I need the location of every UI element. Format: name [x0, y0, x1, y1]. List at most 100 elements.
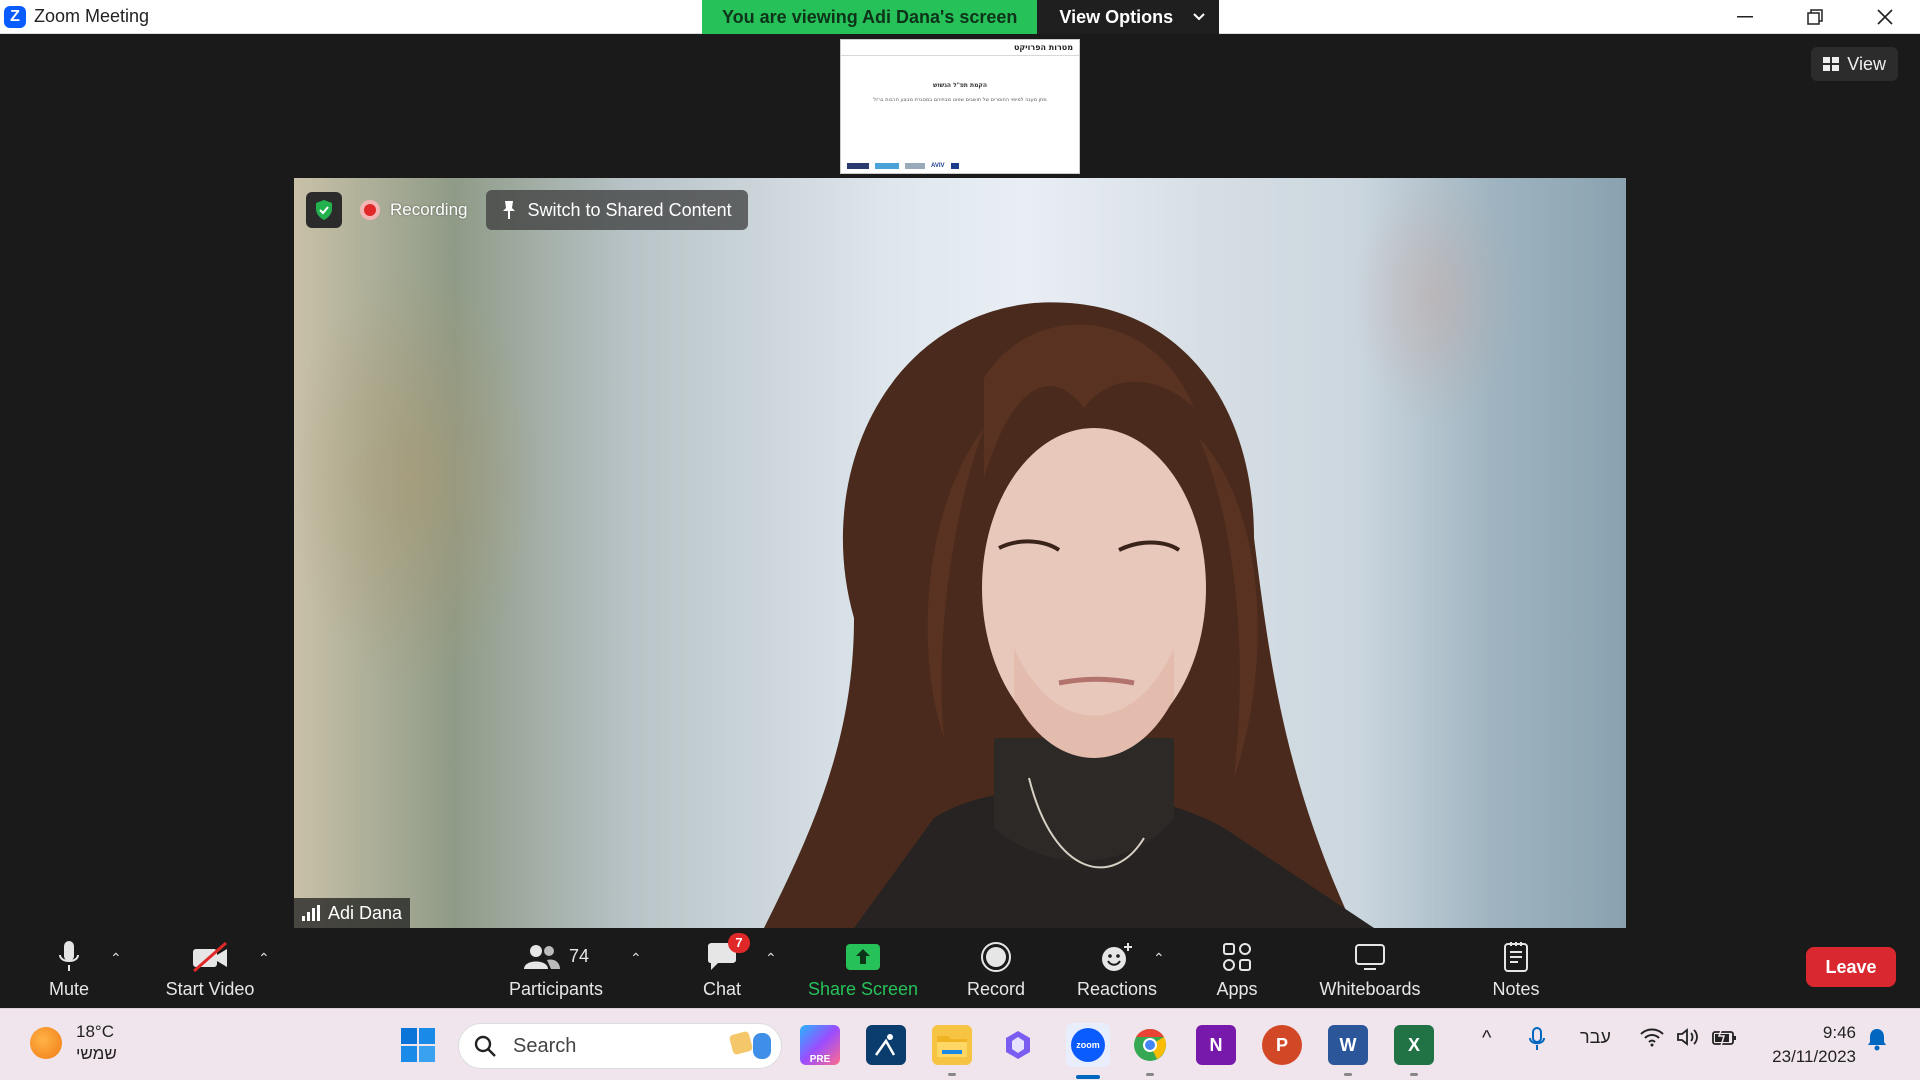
- recording-dot-icon: [360, 200, 380, 220]
- recording-indicator[interactable]: Recording: [352, 200, 476, 220]
- wifi-icon[interactable]: [1640, 1027, 1664, 1052]
- participants-caret-icon[interactable]: ⌃: [630, 950, 642, 967]
- view-options-button[interactable]: View Options: [1037, 0, 1220, 34]
- notes-label: Notes: [1492, 978, 1540, 999]
- encryption-shield-icon[interactable]: [306, 192, 342, 228]
- zoom-taskbar-text: zoom: [1071, 1028, 1105, 1062]
- chat-button[interactable]: 7 Chat: [697, 928, 750, 1008]
- reactions-button[interactable]: Reactions: [1074, 928, 1160, 1008]
- viewing-screen-text: You are viewing Adi Dana's screen: [702, 0, 1038, 34]
- weather-description: שמשי: [76, 1044, 117, 1063]
- apps-button[interactable]: Apps: [1212, 928, 1262, 1008]
- share-banner: You are viewing Adi Dana's screen View O…: [702, 0, 1220, 34]
- powerpoint-icon[interactable]: P: [1262, 1025, 1302, 1065]
- chat-icon-wrap: 7: [706, 932, 750, 977]
- minimize-icon: [1737, 16, 1753, 18]
- temperature: 18°C: [76, 1022, 114, 1041]
- pin-icon: [502, 201, 515, 219]
- chat-label: Chat: [702, 978, 742, 999]
- copilot-icon[interactable]: [998, 1025, 1038, 1065]
- recording-label: Recording: [390, 200, 468, 219]
- microphone-icon: [57, 937, 81, 977]
- aviv-logo-text: AVIV: [931, 163, 945, 169]
- view-button[interactable]: View: [1811, 47, 1898, 81]
- sun-icon: [30, 1027, 62, 1059]
- taskbar-search-box[interactable]: Search: [458, 1023, 782, 1069]
- record-label: Record: [966, 978, 1026, 999]
- close-button[interactable]: [1850, 0, 1920, 34]
- start-video-button[interactable]: Start Video: [160, 928, 260, 1008]
- zoom-active-indicator: [1076, 1075, 1100, 1079]
- windows-start-icon[interactable]: [398, 1025, 438, 1065]
- weather-widget[interactable]: 18°C שמשי: [30, 1021, 117, 1065]
- grid-view-icon: [1823, 57, 1840, 71]
- file-explorer-icon[interactable]: [932, 1025, 972, 1065]
- signal-strength-icon: [302, 905, 320, 921]
- windows-taskbar: 18°C שמשי Search PRE zoom N P W X ^ עבר …: [0, 1008, 1920, 1080]
- apps-icon: [1223, 942, 1251, 971]
- excel-icon[interactable]: X: [1394, 1025, 1434, 1065]
- minimize-button[interactable]: [1710, 0, 1780, 34]
- participant-video-image: [764, 302, 1374, 928]
- clock-date: 23/11/2023: [1772, 1047, 1856, 1066]
- copilot-preview-icon[interactable]: PRE: [800, 1025, 840, 1065]
- participant-name-tag: Adi Dana: [294, 898, 411, 928]
- thumbnail-logos: AVIV: [847, 163, 959, 169]
- restore-button[interactable]: [1780, 0, 1850, 34]
- language-indicator[interactable]: עבר: [1580, 1027, 1611, 1048]
- share-screen-button[interactable]: Share Screen: [805, 928, 921, 1008]
- chevron-down-icon: [1193, 13, 1205, 21]
- notes-icon-wrap: [1503, 937, 1529, 977]
- participant-video[interactable]: Recording Switch to Shared Content Adi D…: [294, 178, 1626, 928]
- excel-running-indicator: [1410, 1073, 1418, 1076]
- thumbnail-heading: מטרות הפרויקט: [841, 40, 1079, 56]
- shared-screen-thumbnail[interactable]: מטרות הפרויקט הקמת תפ"ל הגשוש מתן מענה ל…: [840, 39, 1080, 174]
- search-icon: [474, 1035, 496, 1057]
- battery-icon[interactable]: [1712, 1027, 1738, 1052]
- audio-options-caret-icon[interactable]: ⌃: [110, 950, 122, 967]
- reactions-icon-wrap: [1099, 937, 1135, 977]
- switch-label: Switch to Shared Content: [527, 199, 732, 220]
- participants-button[interactable]: 74 Participants: [506, 928, 606, 1008]
- onenote-icon[interactable]: N: [1196, 1025, 1236, 1065]
- thumbnail-subheading: הקמת תפ"ל הגשוש: [933, 82, 987, 89]
- meeting-area: View מטרות הפרויקט הקמת תפ"ל הגשוש מתן מ…: [0, 35, 1920, 928]
- reactions-caret-icon[interactable]: ⌃: [1153, 950, 1165, 967]
- chat-caret-icon[interactable]: ⌃: [765, 950, 777, 967]
- view-label: View: [1847, 53, 1886, 74]
- share-screen-label: Share Screen: [807, 978, 919, 999]
- chrome-icon[interactable]: [1130, 1025, 1170, 1065]
- share-screen-icon: [846, 943, 880, 970]
- search-highlight-icon: [728, 1030, 771, 1059]
- reader-app-icon[interactable]: [866, 1025, 906, 1065]
- leave-button[interactable]: Leave: [1806, 947, 1896, 987]
- switch-to-shared-content-button[interactable]: Switch to Shared Content: [485, 190, 748, 230]
- whiteboards-button[interactable]: Whiteboards: [1314, 928, 1426, 1008]
- video-options-caret-icon[interactable]: ⌃: [258, 950, 270, 967]
- close-icon: [1877, 9, 1893, 25]
- word-running-indicator: [1344, 1073, 1352, 1076]
- show-hidden-icons-chevron-icon[interactable]: ^: [1482, 1027, 1491, 1050]
- reactions-icon: [1102, 942, 1132, 971]
- tray-microphone-icon[interactable]: [1528, 1027, 1546, 1056]
- participant-name: Adi Dana: [328, 902, 403, 923]
- participants-icon: [523, 944, 560, 969]
- chat-unread-badge: 7: [728, 932, 750, 953]
- title-bar: Z Zoom Meeting You are viewing Adi Dana'…: [0, 0, 1920, 34]
- apps-label: Apps: [1216, 978, 1258, 999]
- participants-icon-group: 74: [523, 937, 589, 977]
- taskbar-clock[interactable]: 9:46 23/11/2023: [1772, 1021, 1856, 1069]
- file-explorer-running-indicator: [948, 1073, 956, 1076]
- notification-bell-icon[interactable]: [1866, 1027, 1888, 1056]
- thumbnail-text: מתן מענה למיפוי החוסרים של תושבים שפונו …: [873, 97, 1047, 103]
- zoom-taskbar-icon[interactable]: zoom: [1066, 1023, 1110, 1067]
- record-button[interactable]: Record: [966, 928, 1026, 1008]
- volume-icon[interactable]: [1676, 1027, 1700, 1052]
- start-video-label: Start Video: [165, 978, 255, 999]
- participants-label: Participants: [508, 978, 604, 999]
- notes-button[interactable]: Notes: [1490, 928, 1542, 1008]
- clock-time: 9:46: [1822, 1023, 1856, 1042]
- mute-button[interactable]: Mute: [44, 928, 94, 1008]
- word-icon[interactable]: W: [1328, 1025, 1368, 1065]
- meeting-toolbar: Mute ⌃ Start Video ⌃ 74 Participants ⌃ 7…: [0, 928, 1920, 1008]
